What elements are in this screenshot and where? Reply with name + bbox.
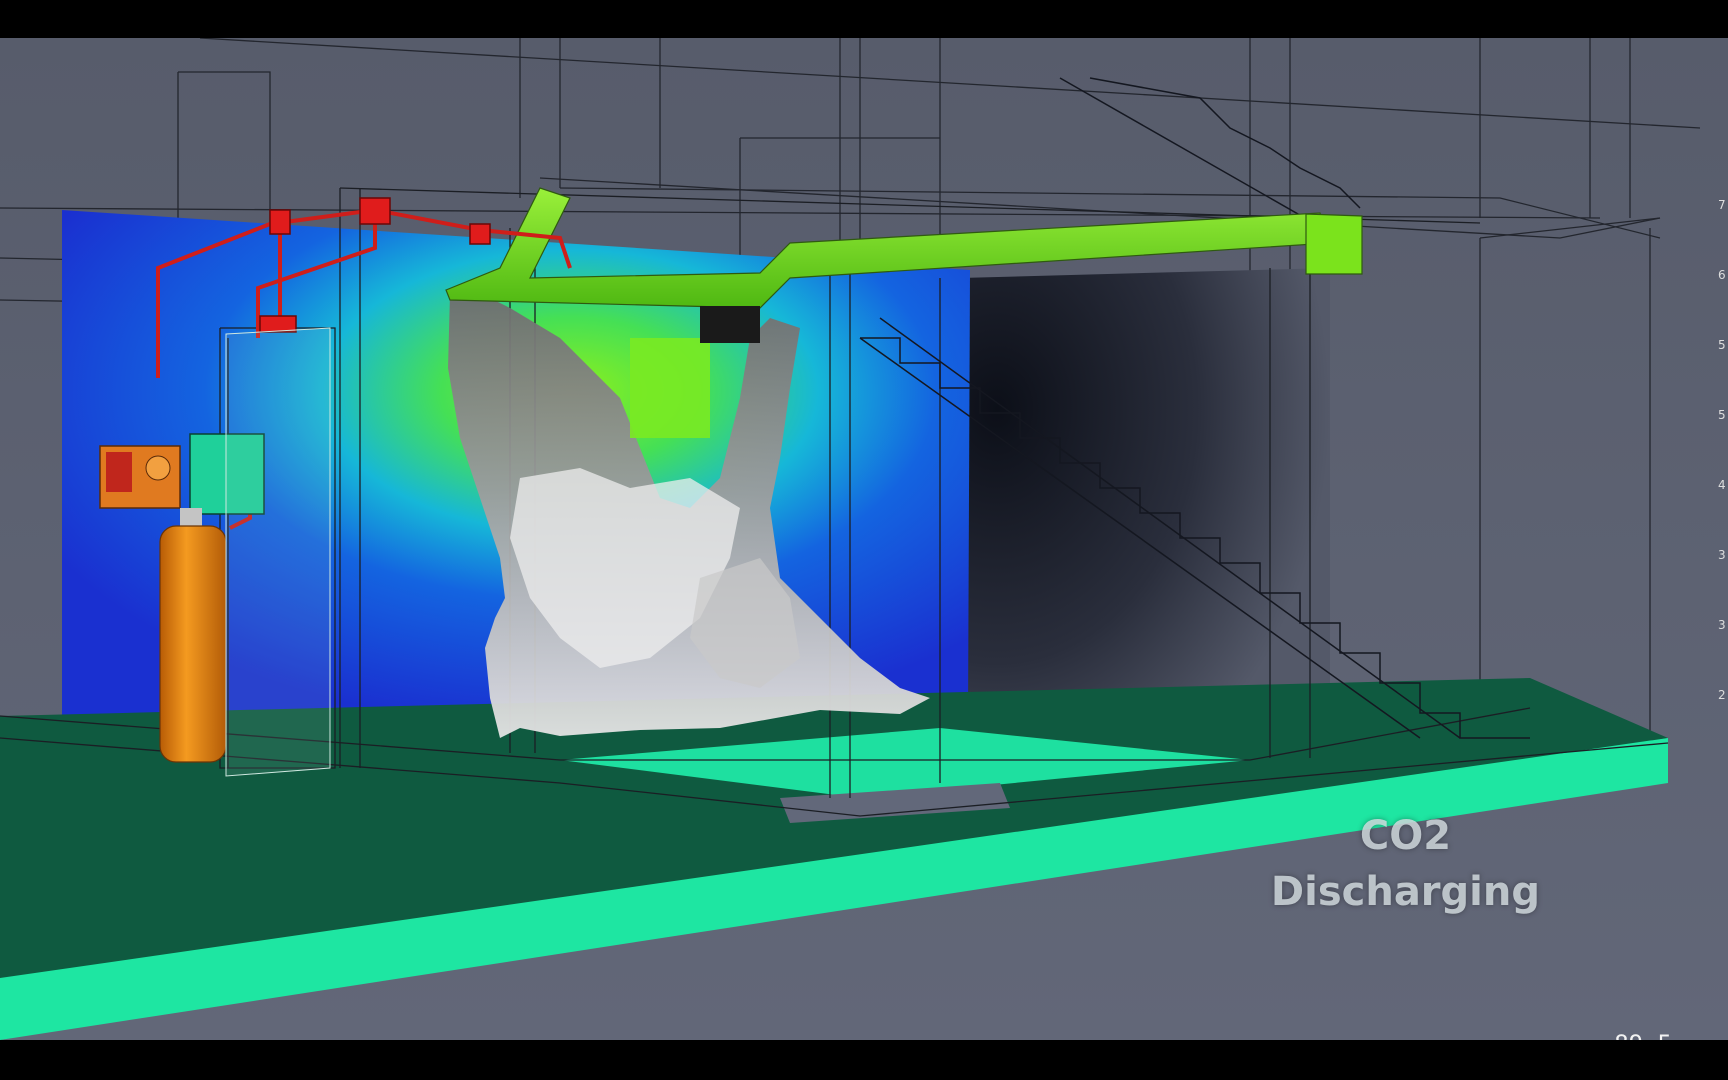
video-frame: 7 6 5 5 4 3 3 2 CO2 Discharging 89.5 — [0, 0, 1728, 1080]
caption-line1: CO2 — [1359, 813, 1452, 859]
scale-ruler: 7 6 5 5 4 3 3 2 — [1718, 198, 1726, 702]
caption-line2: Discharging — [1270, 869, 1540, 915]
dark-room — [960, 268, 1330, 738]
glass-door — [225, 327, 331, 777]
simulation-viewport: 7 6 5 5 4 3 3 2 CO2 Discharging 89.5 — [0, 38, 1728, 1040]
simulation-timer: 89.5 — [1614, 1030, 1672, 1040]
co2-cylinder — [159, 508, 227, 763]
panel-glow — [630, 338, 710, 438]
status-caption: CO2 Discharging — [1271, 808, 1540, 920]
